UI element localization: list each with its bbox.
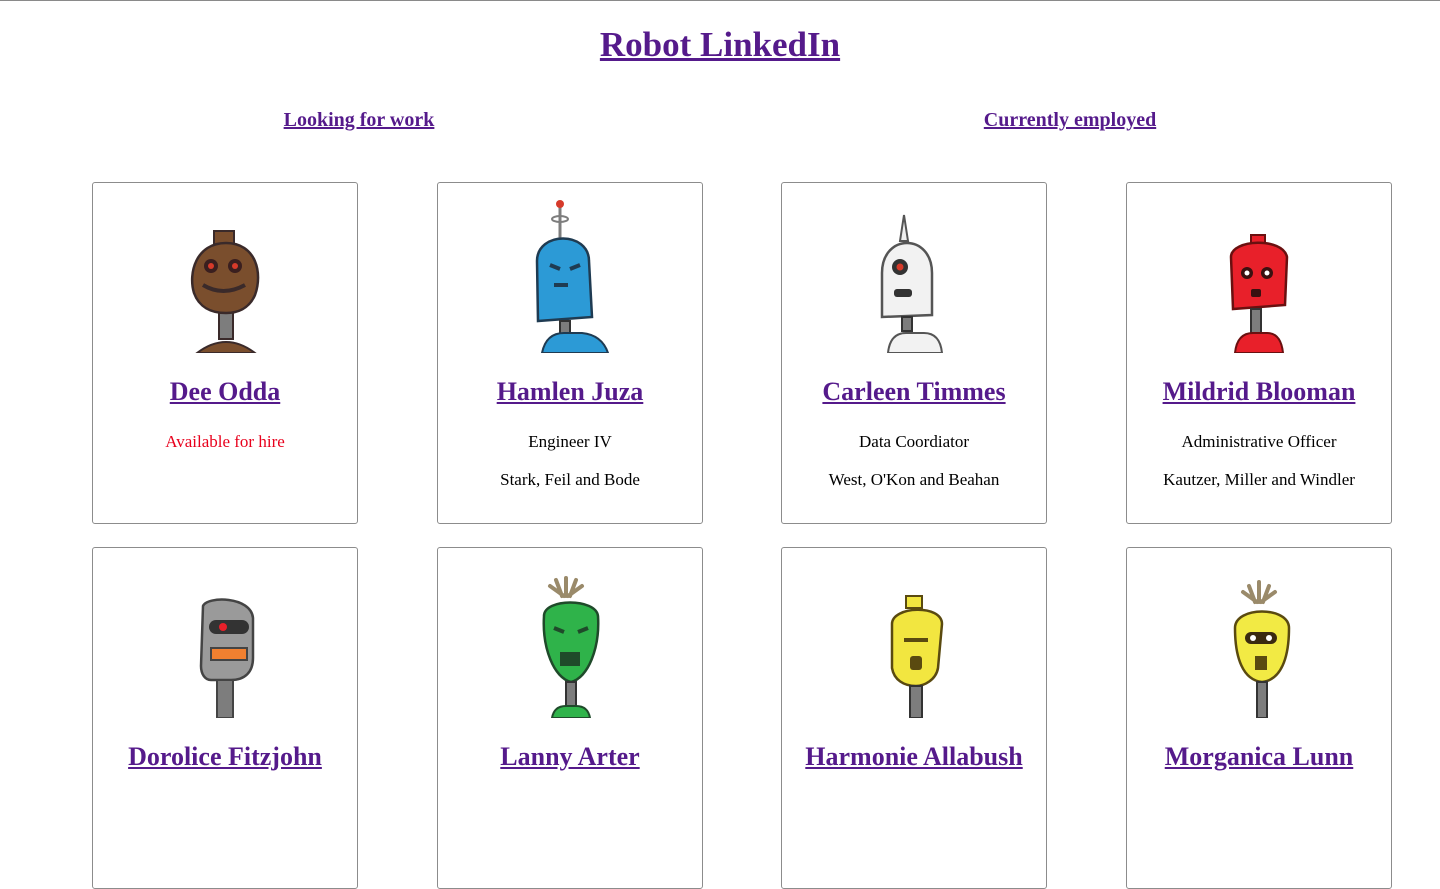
- robot-title: Administrative Officer: [1181, 432, 1337, 451]
- page-title[interactable]: Robot LinkedIn: [0, 23, 1440, 67]
- robot-name[interactable]: Morganica Lunn: [1127, 741, 1391, 773]
- brown-robot-icon: [190, 230, 260, 353]
- green-robot-icon: [542, 576, 600, 718]
- robot-company: West, O'Kon and Beahan: [828, 470, 1000, 489]
- robot-title: Data Coordiator: [859, 432, 969, 451]
- robot-name[interactable]: Carleen Timmes: [782, 376, 1046, 408]
- white-robot-icon: [880, 214, 944, 353]
- robot-card: Morganica Lunn: [1126, 547, 1392, 889]
- availability-status: Available for hire: [165, 432, 285, 451]
- yellow-robot-icon: [890, 595, 944, 718]
- yellow-robot-icon: [1233, 580, 1291, 718]
- robot-card: Harmonie Allabush: [781, 547, 1047, 889]
- robot-company: Kautzer, Miller and Windler: [1163, 470, 1355, 489]
- robot-card: Carleen Timmes Data Coordiator West, O'K…: [781, 182, 1047, 524]
- robot-card: Dee Odda Available for hire: [92, 182, 358, 524]
- robot-name[interactable]: Mildrid Blooman: [1127, 376, 1391, 408]
- robot-title: Engineer IV: [528, 432, 612, 451]
- currently-employed-link[interactable]: Currently employed: [984, 108, 1156, 132]
- robot-card: Hamlen Juza Engineer IV Stark, Feil and …: [437, 182, 703, 524]
- robot-name[interactable]: Lanny Arter: [438, 741, 702, 773]
- gray-robot-icon: [199, 598, 255, 718]
- red-robot-icon: [1229, 234, 1289, 353]
- robot-card: Dorolice Fitzjohn: [92, 547, 358, 889]
- robot-name[interactable]: Dorolice Fitzjohn: [93, 741, 357, 773]
- blue-robot-icon: [535, 200, 610, 353]
- robot-name[interactable]: Dee Odda: [93, 376, 357, 408]
- robot-card: Mildrid Blooman Administrative Officer K…: [1126, 182, 1392, 524]
- robot-company: Stark, Feil and Bode: [500, 470, 640, 489]
- robot-name[interactable]: Hamlen Juza: [438, 376, 702, 408]
- looking-for-work-link[interactable]: Looking for work: [284, 108, 435, 132]
- robot-name[interactable]: Harmonie Allabush: [782, 741, 1046, 773]
- robot-card: Lanny Arter: [437, 547, 703, 889]
